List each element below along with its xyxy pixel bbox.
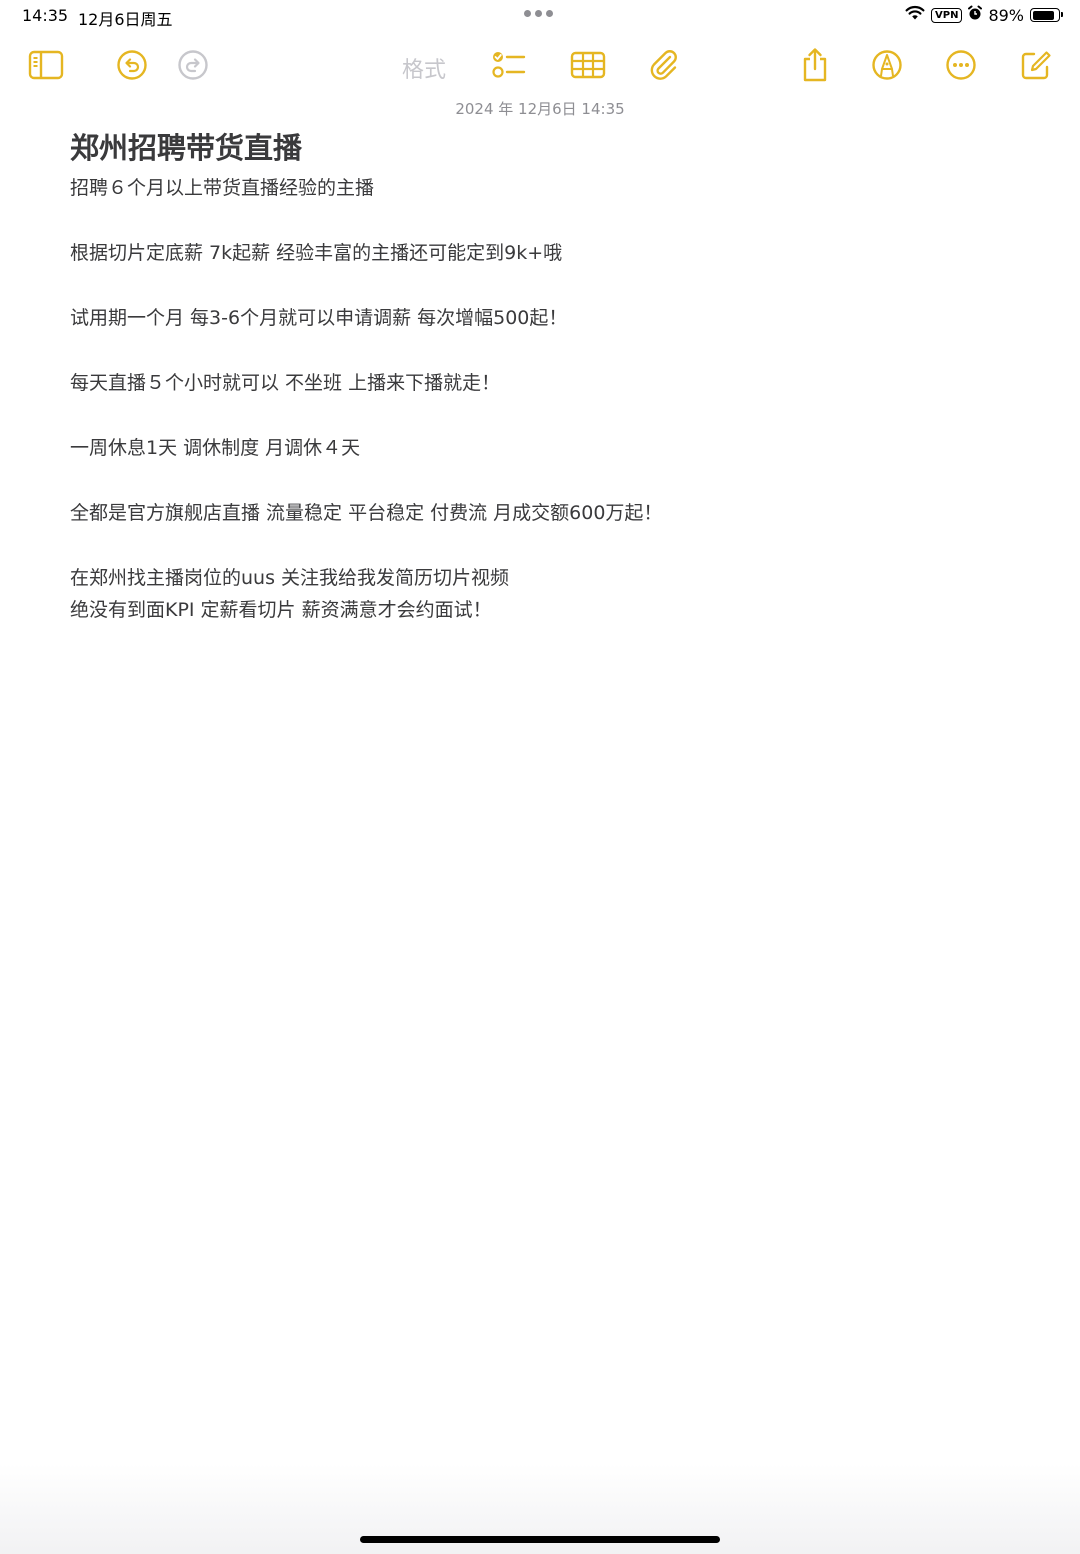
note-title[interactable]: 郑州招聘带货直播	[70, 128, 1010, 168]
note-line[interactable]: 每天直播５个小时就可以 不坐班 上播来下播就走！	[70, 367, 1010, 399]
home-indicator[interactable]	[360, 1536, 720, 1543]
status-indicators: VPN 89%	[905, 5, 1063, 25]
note-timestamp: 2024 年 12月6日 14:35	[455, 100, 625, 118]
undo-icon	[117, 50, 147, 80]
status-time: 14:35	[22, 6, 69, 25]
status-date: 12月6日周五	[78, 10, 173, 29]
status-bar: 14:35 12月6日周五 VPN 89%	[0, 0, 1080, 32]
more-icon	[946, 50, 976, 80]
checklist-button[interactable]	[485, 40, 533, 90]
more-button[interactable]	[937, 40, 985, 90]
table-icon	[570, 51, 606, 79]
vpn-badge: VPN	[931, 7, 963, 23]
alarm-icon	[968, 5, 983, 25]
sidebar-toggle-button[interactable]	[22, 40, 70, 90]
compose-button[interactable]	[1012, 40, 1060, 90]
note-line[interactable]: 绝没有到面KPI 定薪看切片 薪资满意才会约面试！	[70, 594, 1010, 626]
battery-percent: 89%	[988, 5, 1024, 25]
note-line[interactable]: 全都是官方旗舰店直播 流量稳定 平台稳定 付费流 月成交额600万起！	[70, 497, 1010, 529]
note-toolbar: 格式	[0, 40, 1080, 92]
note-editor[interactable]: 郑州招聘带货直播 招聘６个月以上带货直播经验的主播 根据切片定底薪 7k起薪 经…	[70, 128, 1010, 626]
note-line[interactable]: 一周休息1天 调休制度 月调休４天	[70, 432, 1010, 464]
multitasking-dots-icon[interactable]	[524, 10, 553, 17]
checklist-icon	[492, 52, 526, 78]
share-button[interactable]	[791, 40, 839, 90]
note-line[interactable]: 在郑州找主播岗位的uus 关注我给我发简历切片视频	[70, 562, 1010, 594]
battery-icon	[1030, 8, 1063, 22]
note-line[interactable]: 试用期一个月 每3-6个月就可以申请调薪 每次增幅500起！	[70, 302, 1010, 334]
sidebar-icon	[28, 50, 64, 80]
compose-icon	[1021, 51, 1051, 80]
redo-button[interactable]	[169, 40, 217, 90]
undo-button[interactable]	[108, 40, 156, 90]
note-line[interactable]: 招聘６个月以上带货直播经验的主播	[70, 172, 1010, 204]
table-button[interactable]	[564, 40, 612, 90]
notes-screen: 14:35 12月6日周五 VPN 89% 格式 2024 年 12月6日 14…	[0, 0, 1080, 1554]
attachment-button[interactable]	[640, 40, 688, 90]
markup-icon	[872, 50, 902, 80]
wifi-icon	[905, 5, 925, 25]
share-icon	[803, 48, 827, 82]
format-button[interactable]: 格式	[402, 52, 446, 84]
markup-button[interactable]	[863, 40, 911, 90]
redo-icon	[178, 50, 208, 80]
note-line[interactable]: 根据切片定底薪 7k起薪 经验丰富的主播还可能定到9k+哦	[70, 237, 1010, 269]
attachment-icon	[650, 50, 677, 80]
